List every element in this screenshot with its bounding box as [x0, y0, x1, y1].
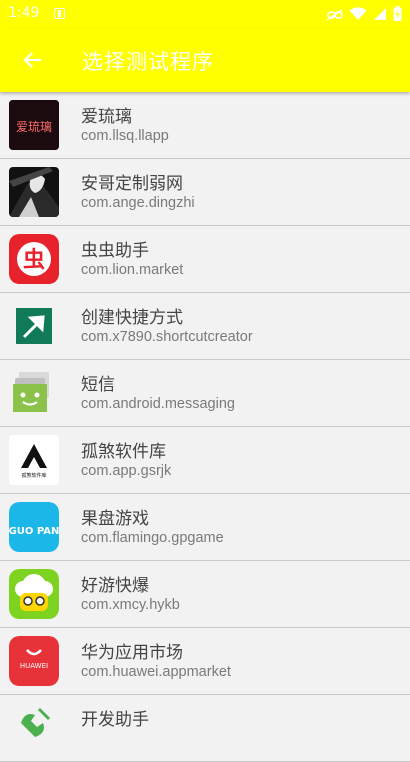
gusha-icon: 孤煞软件库 — [9, 435, 59, 485]
wifi-icon — [349, 6, 367, 25]
ailiuli-icon-text: 爱琉璃 — [16, 120, 52, 134]
app-name: 爱琉璃 — [81, 107, 132, 127]
app-name: 虫虫助手 — [81, 241, 149, 261]
app-package: com.huawei.appmarket — [81, 664, 231, 680]
list-item[interactable]: 短信 com.android.messaging — [0, 360, 410, 427]
list-item[interactable]: 创建快捷方式 com.x7890.shortcutcreator — [0, 293, 410, 360]
chongchong-icon: 虫 — [9, 234, 59, 284]
list-item[interactable]: GUO PAN 果盘游戏 com.flamingo.gpgame — [0, 494, 410, 561]
status-bar: 1:49 — [0, 0, 410, 28]
list-item[interactable]: 安哥定制弱网 com.ange.dingzhi — [0, 159, 410, 226]
app-name: 华为应用市场 — [81, 643, 183, 663]
ange-icon — [9, 167, 59, 217]
huawei-appgallery-icon: HUAWEI — [9, 636, 59, 686]
app-package: com.ange.dingzhi — [81, 195, 195, 211]
notification-icon — [54, 8, 65, 19]
ailiuli-icon: 爱琉璃 — [9, 100, 59, 150]
app-name: 果盘游戏 — [81, 509, 149, 529]
app-package: com.xmcy.hykb — [81, 597, 180, 613]
guopan-icon: GUO PAN — [9, 502, 59, 552]
shortcut-arrow-icon — [9, 301, 59, 351]
dev-helper-icon — [9, 703, 59, 753]
arrow-back-icon — [23, 51, 42, 69]
app-package: com.lion.market — [81, 262, 184, 278]
app-name: 安哥定制弱网 — [81, 174, 183, 194]
messaging-icon — [9, 368, 59, 418]
list-item[interactable]: 好游快爆 com.xmcy.hykb — [0, 561, 410, 628]
chongchong-icon-text: 虫 — [23, 247, 45, 273]
signal-icon — [373, 6, 387, 25]
back-button[interactable] — [12, 40, 52, 80]
list-item[interactable]: 爱琉璃 爱琉璃 com.llsq.llapp — [0, 92, 410, 159]
app-toolbar: 选择测试程序 — [0, 28, 410, 92]
app-list: 爱琉璃 爱琉璃 com.llsq.llapp 安哥定制弱网 com.ange.d… — [0, 92, 410, 762]
app-name: 创建快捷方式 — [81, 308, 183, 328]
app-package: com.llsq.llapp — [81, 128, 169, 144]
app-name: 开发助手 — [81, 710, 149, 730]
app-name: 孤煞软件库 — [81, 442, 166, 462]
list-item[interactable]: 孤煞软件库 孤煞软件库 com.app.gsrjk — [0, 427, 410, 494]
list-item[interactable]: 开发助手 — [0, 695, 410, 762]
gusha-icon-text: 孤煞软件库 — [21, 472, 46, 479]
battery-icon — [393, 6, 402, 25]
app-name: 好游快爆 — [81, 576, 149, 596]
app-package: com.flamingo.gpgame — [81, 530, 224, 546]
list-item[interactable]: HUAWEI 华为应用市场 com.huawei.appmarket — [0, 628, 410, 695]
status-icons — [326, 6, 402, 25]
guopan-icon-text: GUO PAN — [9, 526, 59, 537]
app-package: com.x7890.shortcutcreator — [81, 329, 253, 345]
huawei-icon-text: HUAWEI — [20, 662, 48, 670]
app-name: 短信 — [81, 375, 115, 395]
status-time: 1:49 — [8, 5, 40, 21]
app-package: com.android.messaging — [81, 396, 235, 412]
page-title: 选择测试程序 — [82, 50, 214, 74]
haoyou-icon — [9, 569, 59, 619]
link-icon — [326, 6, 343, 25]
list-item[interactable]: 虫 虫虫助手 com.lion.market — [0, 226, 410, 293]
app-package: com.app.gsrjk — [81, 463, 172, 479]
